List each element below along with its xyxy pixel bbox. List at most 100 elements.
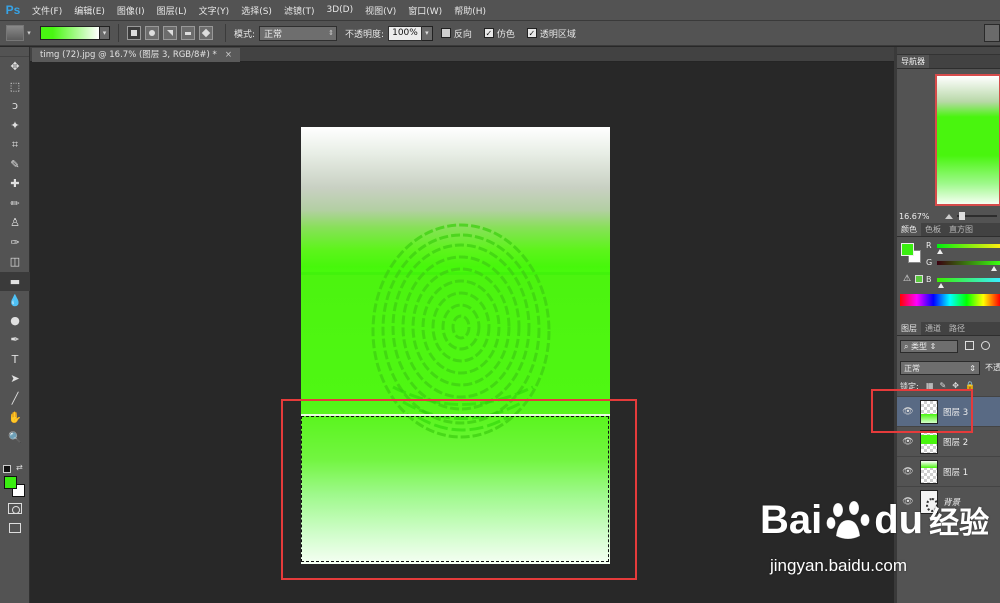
linear-gradient-button[interactable]	[127, 26, 141, 40]
updown-arrows-icon: ⇕	[927, 342, 937, 351]
opacity-caret-icon[interactable]: ▾	[421, 25, 433, 41]
healing-brush-tool[interactable]: ✚	[0, 174, 30, 194]
tab-channels[interactable]: 通道	[921, 322, 945, 335]
red-slider-handle[interactable]	[937, 249, 943, 254]
tab-histogram[interactable]: 直方图	[945, 223, 977, 236]
blue-slider[interactable]	[937, 278, 1000, 282]
divider	[225, 24, 226, 42]
reflected-gradient-button[interactable]	[181, 26, 195, 40]
gradient-tool[interactable]: ▬	[0, 271, 30, 291]
angle-gradient-icon	[167, 30, 173, 36]
brand-part-1: Bai	[760, 497, 823, 542]
menu-3d[interactable]: 3D(D)	[320, 5, 359, 15]
menu-edit[interactable]: 编辑(E)	[68, 4, 111, 17]
pen-tool[interactable]: ✒	[0, 330, 30, 350]
workspace-button[interactable]	[984, 24, 1000, 42]
panel-grip[interactable]	[897, 47, 1000, 55]
tool-preset-picker[interactable]	[6, 25, 24, 41]
menu-help[interactable]: 帮助(H)	[448, 4, 492, 17]
layer-thumbnail[interactable]	[920, 459, 938, 484]
layer-row[interactable]: 👁 图层 1	[897, 456, 1000, 486]
menu-view[interactable]: 视图(V)	[359, 4, 402, 17]
line-tool[interactable]: ╱	[0, 389, 30, 409]
tool-preset-caret-icon[interactable]: ▾	[24, 29, 34, 37]
color-panel-foreground-swatch[interactable]	[901, 243, 914, 256]
gradient-preview[interactable]	[40, 26, 100, 40]
radial-gradient-button[interactable]	[145, 26, 159, 40]
swap-colors-icon[interactable]: ⇄	[16, 463, 23, 472]
lasso-tool[interactable]: ↄ	[0, 96, 30, 116]
dither-checkbox[interactable]: ✓	[483, 28, 494, 38]
zoom-tool[interactable]: 🔍	[0, 428, 30, 448]
clone-stamp-tool[interactable]: ♙	[0, 213, 30, 233]
foreground-color-swatch[interactable]	[4, 476, 17, 489]
filter-image-icon[interactable]	[965, 341, 974, 350]
tab-color[interactable]: 颜色	[897, 223, 921, 236]
blue-slider-handle[interactable]	[938, 283, 944, 288]
tab-layers[interactable]: 图层	[897, 322, 921, 335]
crop-tool[interactable]: ⌗	[0, 135, 30, 155]
menu-filter[interactable]: 滤镜(T)	[278, 4, 321, 17]
tab-swatches[interactable]: 色板	[921, 223, 945, 236]
green-slider[interactable]	[937, 261, 1000, 265]
gamut-warning-swatch[interactable]	[915, 275, 923, 283]
path-selection-tool[interactable]: ➤	[0, 369, 30, 389]
zoom-value[interactable]: 16.67%	[899, 212, 930, 221]
gamut-warning-icon[interactable]: ⚠	[903, 274, 911, 284]
menu-bar: Ps 文件(F) 编辑(E) 图像(I) 图层(L) 文字(Y) 选择(S) 滤…	[0, 0, 1000, 20]
reverse-checkbox[interactable]: ✓	[440, 28, 451, 38]
menu-file[interactable]: 文件(F)	[26, 4, 68, 17]
screen-mode-icon[interactable]	[9, 523, 21, 533]
close-tab-icon[interactable]: ×	[225, 50, 232, 60]
tools-grip[interactable]	[0, 47, 29, 57]
hand-tool[interactable]: ✋	[0, 408, 30, 428]
eraser-tool[interactable]: ◫	[0, 252, 30, 272]
layer-name[interactable]: 图层 1	[943, 466, 968, 478]
history-brush-tool[interactable]: ✑	[0, 233, 30, 253]
color-spectrum-ramp[interactable]	[900, 294, 1000, 306]
eyedropper-icon: ✎	[10, 157, 20, 171]
layer-thumbnail[interactable]	[920, 429, 938, 454]
blend-mode-select[interactable]: 正常 ⇕	[259, 25, 338, 41]
baidu-jingyan-watermark: Bai du 经验 jingyan.baidu.com	[760, 496, 990, 586]
diamond-gradient-icon	[201, 28, 211, 38]
diamond-gradient-button[interactable]	[199, 26, 213, 40]
zoom-slider-handle[interactable]	[959, 212, 965, 220]
menu-type[interactable]: 文字(Y)	[193, 4, 236, 17]
brush-tool[interactable]: ✏	[0, 194, 30, 214]
green-slider-handle[interactable]	[991, 266, 997, 271]
layer-blend-mode-select[interactable]: 正常 ⇕	[900, 361, 980, 375]
dodge-tool[interactable]: ●	[0, 311, 30, 331]
history-brush-icon: ✑	[10, 235, 20, 249]
menu-image[interactable]: 图像(I)	[111, 4, 151, 17]
eyedropper-tool[interactable]: ✎	[0, 155, 30, 175]
filter-adjustment-icon[interactable]	[981, 341, 990, 350]
angle-gradient-button[interactable]	[163, 26, 177, 40]
layer-filter-select[interactable]: ⌕ 类型 ⇕	[900, 340, 958, 353]
zoom-out-icon[interactable]	[945, 214, 953, 219]
tab-paths[interactable]: 路径	[945, 322, 969, 335]
quick-mask-icon[interactable]	[8, 503, 22, 514]
opacity-field[interactable]: 100%	[388, 25, 422, 41]
magic-wand-tool[interactable]: ✦	[0, 116, 30, 136]
visibility-eye-icon[interactable]: 👁	[897, 437, 919, 447]
document-tab[interactable]: timg (72).jpg @ 16.7% (图层 3, RGB/8#) * ×	[32, 48, 240, 62]
paw-icon	[826, 500, 871, 540]
type-tool[interactable]: T	[0, 350, 30, 370]
visibility-eye-icon[interactable]: 👁	[897, 467, 919, 477]
red-slider[interactable]	[937, 244, 1000, 248]
green-channel-label: G	[926, 258, 933, 267]
menu-select[interactable]: 选择(S)	[235, 4, 278, 17]
marquee-tool[interactable]: ⬚	[0, 77, 30, 97]
transparency-checkbox[interactable]: ✓	[526, 28, 537, 38]
navigator-tabs: 导航器	[897, 55, 1000, 69]
move-tool[interactable]: ✥	[0, 57, 30, 77]
blur-tool[interactable]: 💧	[0, 291, 30, 311]
layer-name[interactable]: 图层 2	[943, 436, 968, 448]
navigator-thumbnail[interactable]	[935, 74, 1000, 206]
menu-layer[interactable]: 图层(L)	[151, 4, 193, 17]
default-colors-icon[interactable]	[3, 465, 11, 473]
gradient-picker-caret-icon[interactable]: ▾	[100, 26, 110, 40]
tab-navigator[interactable]: 导航器	[897, 55, 929, 68]
menu-window[interactable]: 窗口(W)	[402, 4, 448, 17]
